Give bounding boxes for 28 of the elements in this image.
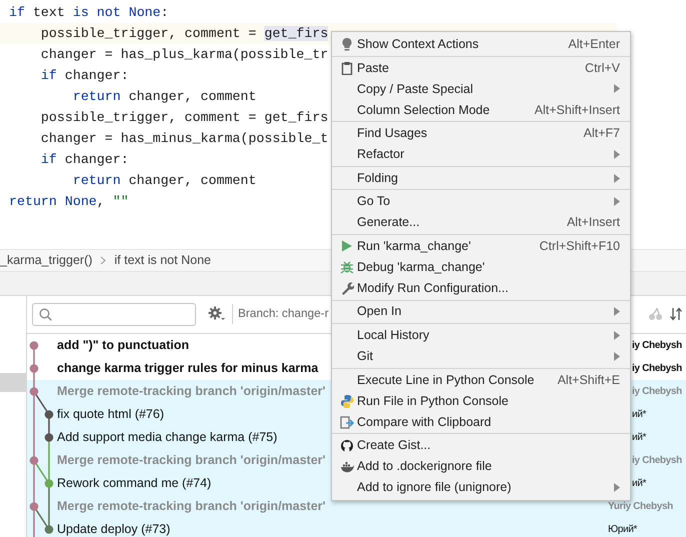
- commit-message: Update deploy (#73): [57, 520, 170, 537]
- code-line: return changer, comment: [72, 88, 256, 106]
- commit-author: iy Chebysh: [632, 338, 682, 353]
- commit-message: Merge remote-tracking branch 'origin/master': [57, 452, 326, 469]
- commit-author: ий*: [632, 430, 646, 445]
- commit-message: change karma trigger rules for minus karma: [57, 360, 318, 377]
- code-line: changer = has_plus_karma(possible_tr: [40, 46, 328, 64]
- code-line: return None, "": [8, 193, 129, 211]
- commit-message: Merge remote-tracking branch 'origin/master': [57, 382, 326, 400]
- commit-message: Add support media change karma (#75): [57, 428, 278, 446]
- code-line: if changer:: [40, 151, 129, 169]
- commit-author: ий*: [632, 476, 646, 491]
- code-line: return changer, comment: [72, 172, 256, 190]
- code-line: if changer:: [40, 67, 129, 85]
- commit-author: ий*: [632, 408, 646, 422]
- commit-author: Юрий*: [608, 522, 637, 537]
- commit-author: iy Chebysh: [632, 362, 682, 376]
- commit-author: iy Chebysh: [632, 454, 682, 468]
- commit-message: Rework command me (#74): [57, 474, 212, 492]
- code-line: if text is not None:: [8, 4, 169, 22]
- commit-message: fix quote html (#76): [57, 406, 164, 423]
- commit-message: Merge remote-tracking branch 'origin/master': [57, 498, 326, 515]
- commit-author: Yuriy Chebysh: [608, 500, 673, 514]
- code-line: changer = has_minus_karma(possible_t: [40, 130, 328, 148]
- code-line: possible_trigger, comment = get_firs: [40, 25, 328, 43]
- code-line: possible_trigger, comment = get_firs: [40, 109, 328, 127]
- commit-message: add ")" to punctuation: [57, 336, 189, 354]
- commit-author: iy Chebysh: [632, 384, 682, 399]
